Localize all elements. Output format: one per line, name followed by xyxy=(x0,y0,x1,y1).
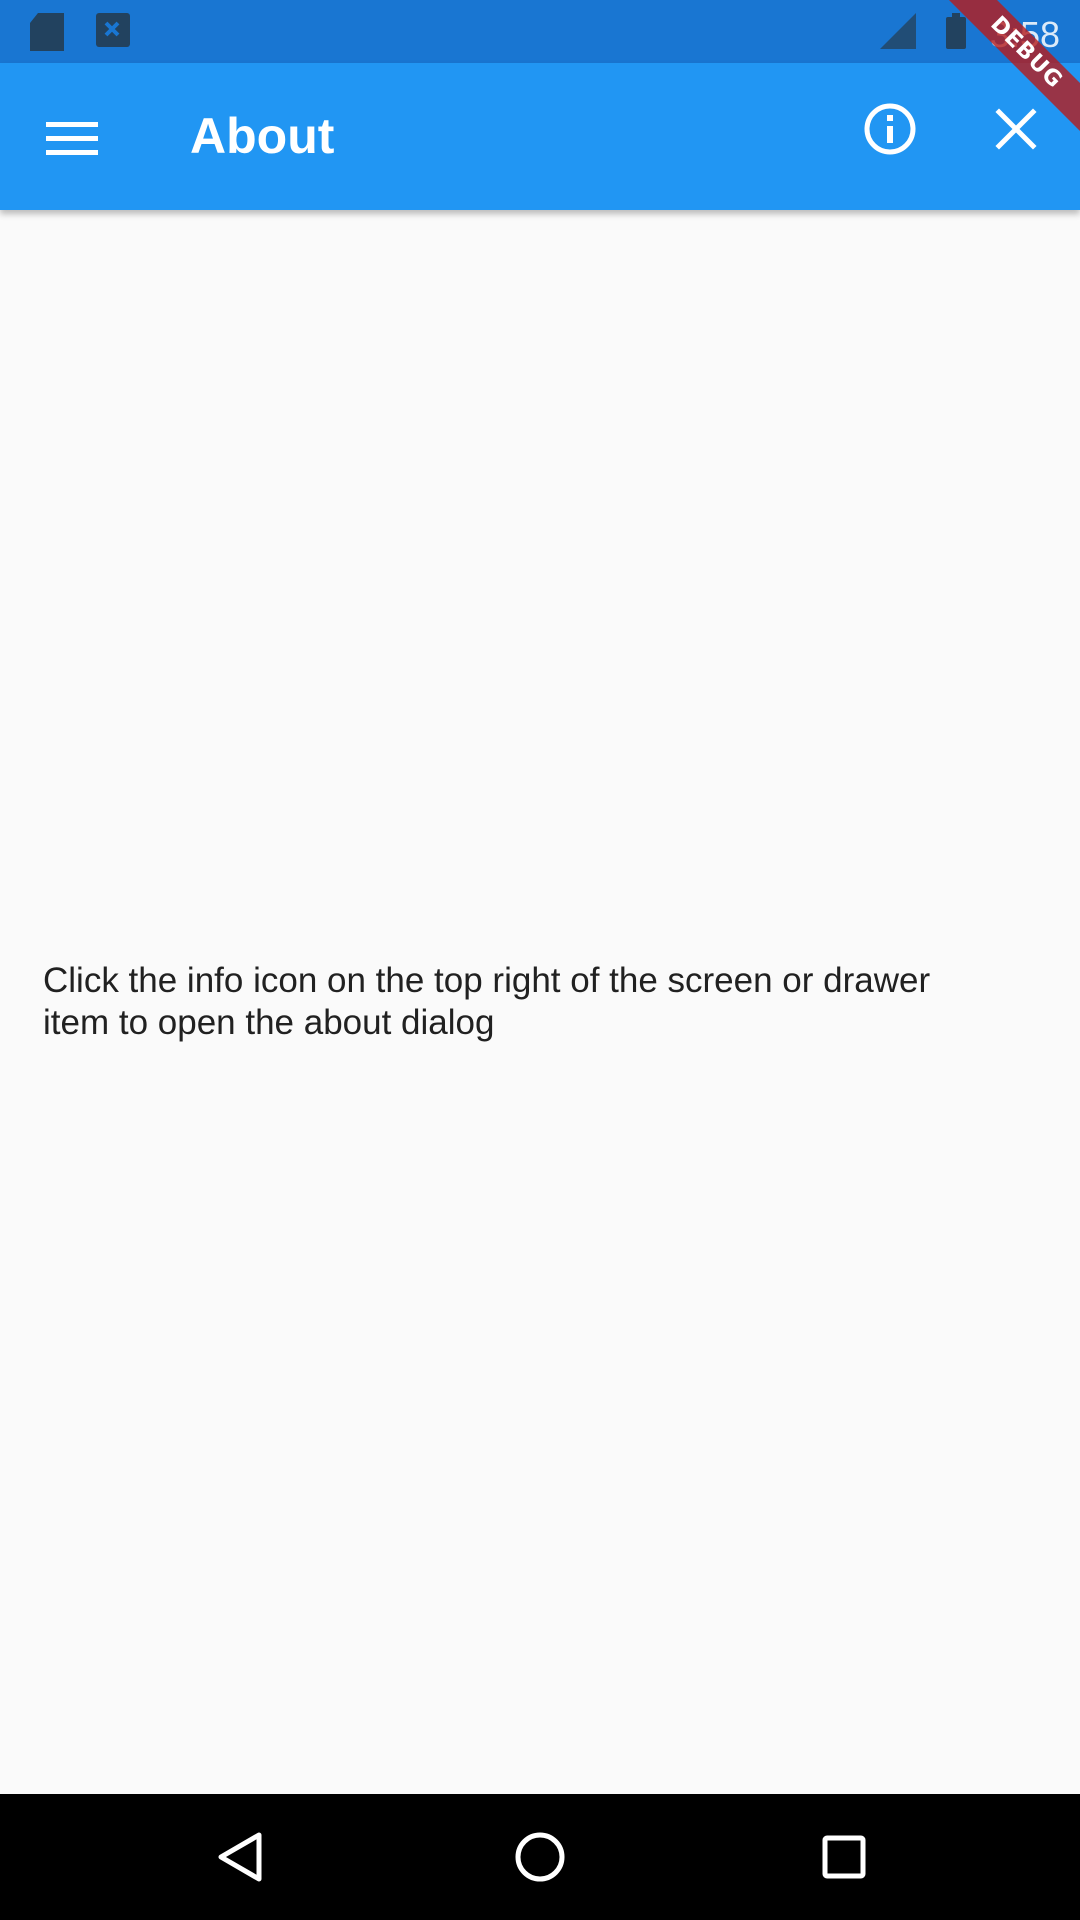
status-bar: 3:58 xyxy=(0,0,1080,63)
system-nav-bar xyxy=(0,1794,1080,1920)
close-button[interactable] xyxy=(976,89,1056,169)
battery-icon xyxy=(946,13,966,54)
notification-icon xyxy=(96,13,130,52)
status-time: 3:58 xyxy=(989,14,1060,55)
recents-button[interactable] xyxy=(804,1817,884,1897)
back-button[interactable] xyxy=(200,1817,280,1897)
home-button[interactable] xyxy=(500,1817,580,1897)
recents-icon xyxy=(822,1835,866,1879)
about-instructions: Click the info icon on the top right of … xyxy=(43,961,931,1042)
menu-icon xyxy=(46,122,98,155)
home-icon xyxy=(515,1832,565,1882)
signal-icon xyxy=(880,13,916,54)
page-title: About xyxy=(190,108,335,164)
info-icon xyxy=(864,103,916,155)
info-button[interactable] xyxy=(850,89,930,169)
close-icon xyxy=(995,108,1037,150)
app-bar: About xyxy=(0,63,1080,210)
back-icon xyxy=(218,1832,262,1882)
menu-button[interactable] xyxy=(32,99,112,179)
sd-card-icon xyxy=(30,13,64,56)
main-content: Click the info icon on the top right of … xyxy=(0,210,1080,1794)
